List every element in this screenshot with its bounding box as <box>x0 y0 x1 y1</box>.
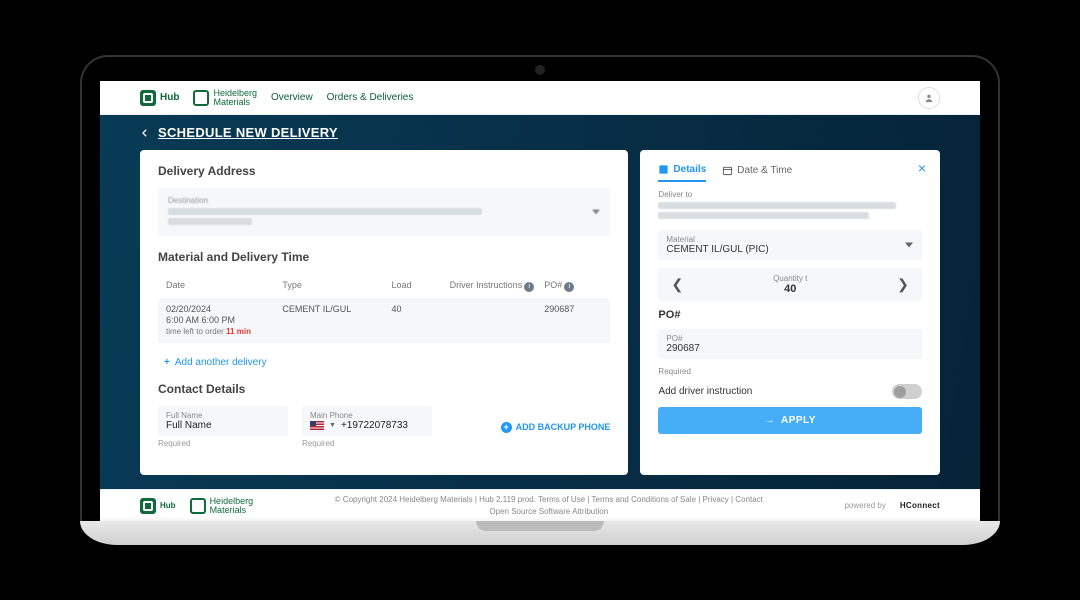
po-required: Required <box>658 367 922 376</box>
details-icon <box>658 164 669 175</box>
delivery-address-title: Delivery Address <box>158 164 610 178</box>
table-row[interactable]: 02/20/2024 6:00 AM 6:00 PM time left to … <box>158 298 610 344</box>
qty-value: 40 <box>686 283 894 295</box>
plus-icon: + <box>164 357 170 368</box>
hm-logo-text: Heidelberg Materials <box>213 89 257 107</box>
page-title: SCHEDULE NEW DELIVERY <box>158 125 338 140</box>
cell-type: CEMENT IL/GUL <box>282 304 391 314</box>
deliver-to-block: Deliver to <box>658 190 922 222</box>
cell-po: 290687 <box>544 304 602 314</box>
time-left-value: 11 min <box>226 327 251 336</box>
plus-circle-icon: + <box>501 422 512 433</box>
hm-logo-icon <box>193 90 209 106</box>
po-input[interactable]: PO# 290687 <box>658 329 922 359</box>
add-backup-phone[interactable]: +ADD BACKUP PHONE <box>501 422 611 433</box>
footer-copyright: © Copyright 2024 Heidelberg Materials | … <box>267 494 830 505</box>
material-select[interactable]: Material CEMENT IL/GUL (PIC) <box>658 230 922 260</box>
fullname-value: Full Name <box>166 420 280 431</box>
us-flag-icon[interactable] <box>310 421 324 430</box>
col-date: Date <box>166 280 282 290</box>
contact-details-title: Contact Details <box>158 382 610 396</box>
col-type: Type <box>282 280 391 290</box>
col-instructions: Driver Instructionsi <box>450 280 545 292</box>
mainphone-value: +19722078733 <box>341 420 408 431</box>
info-icon[interactable]: i <box>564 282 574 292</box>
po-value: 290687 <box>666 343 914 354</box>
footer: Hub Heidelberg Materials © Copyright 202… <box>100 489 980 521</box>
powered-by-label: powered by <box>844 501 885 510</box>
close-icon[interactable]: × <box>918 160 926 176</box>
user-avatar[interactable] <box>918 87 940 109</box>
flag-caret: ▼ <box>329 422 336 429</box>
material-value: CEMENT IL/GUL (PIC) <box>666 244 898 255</box>
hub-logo-icon <box>140 498 156 514</box>
hconnect-logo[interactable]: HConnect <box>900 501 940 510</box>
fullname-field[interactable]: Full Name Full Name <box>158 406 288 436</box>
destination-select[interactable]: Destination <box>158 188 610 236</box>
deliver-to-label: Deliver to <box>658 190 922 199</box>
nav-overview[interactable]: Overview <box>271 92 313 103</box>
hm-logo[interactable]: Heidelberg Materials <box>193 89 257 107</box>
top-nav: Hub Heidelberg Materials Overview Orders… <box>100 81 980 115</box>
hub-logo-text: Hub <box>160 92 179 103</box>
user-icon <box>924 93 934 103</box>
main-form-panel: Delivery Address Destination Material an… <box>140 150 628 475</box>
hm-logo-icon <box>190 498 206 514</box>
back-chevron-icon[interactable] <box>140 128 150 138</box>
driver-instruction-toggle[interactable] <box>892 384 922 399</box>
po-title: PO# <box>658 309 922 321</box>
tab-datetime[interactable]: Date & Time <box>722 165 792 181</box>
hub-logo[interactable]: Hub <box>140 90 179 106</box>
side-panel: Details Date & Time × Deliver to Materia… <box>640 150 940 475</box>
side-tabs: Details Date & Time × <box>658 164 922 182</box>
info-icon[interactable]: i <box>524 282 534 292</box>
add-another-delivery[interactable]: +Add another delivery <box>158 353 610 372</box>
cell-date: 02/20/2024 6:00 AM 6:00 PM time left to … <box>166 304 282 338</box>
footer-hub-logo[interactable]: Hub <box>140 498 176 514</box>
fullname-required: Required <box>158 439 288 448</box>
arrow-right-icon: → <box>765 415 776 426</box>
mainphone-required: Required <box>302 439 432 448</box>
nav-orders[interactable]: Orders & Deliveries <box>327 92 414 103</box>
footer-hm-logo[interactable]: Heidelberg Materials <box>190 497 254 515</box>
calendar-icon <box>722 165 733 176</box>
hub-logo-icon <box>140 90 156 106</box>
dest-label: Destination <box>168 196 586 205</box>
col-po: PO#i <box>544 280 602 292</box>
apply-button[interactable]: →APPLY <box>658 407 922 434</box>
quantity-stepper: ❮ Quantity t 40 ❯ <box>658 268 922 301</box>
tab-details[interactable]: Details <box>658 164 706 182</box>
qty-increase[interactable]: ❯ <box>894 276 912 293</box>
mainphone-field[interactable]: Main Phone ▼+19722078733 <box>302 406 432 436</box>
driver-instruction-label: Add driver instruction <box>658 386 752 397</box>
qty-decrease[interactable]: ❮ <box>668 276 686 293</box>
col-load: Load <box>391 280 449 290</box>
material-time-title: Material and Delivery Time <box>158 250 610 264</box>
delivery-table: Date Type Load Driver Instructionsi PO#i… <box>158 274 610 343</box>
page-header: SCHEDULE NEW DELIVERY <box>140 125 940 140</box>
footer-oss[interactable]: Open Source Software Attribution <box>267 506 830 517</box>
cell-load: 40 <box>391 304 449 314</box>
